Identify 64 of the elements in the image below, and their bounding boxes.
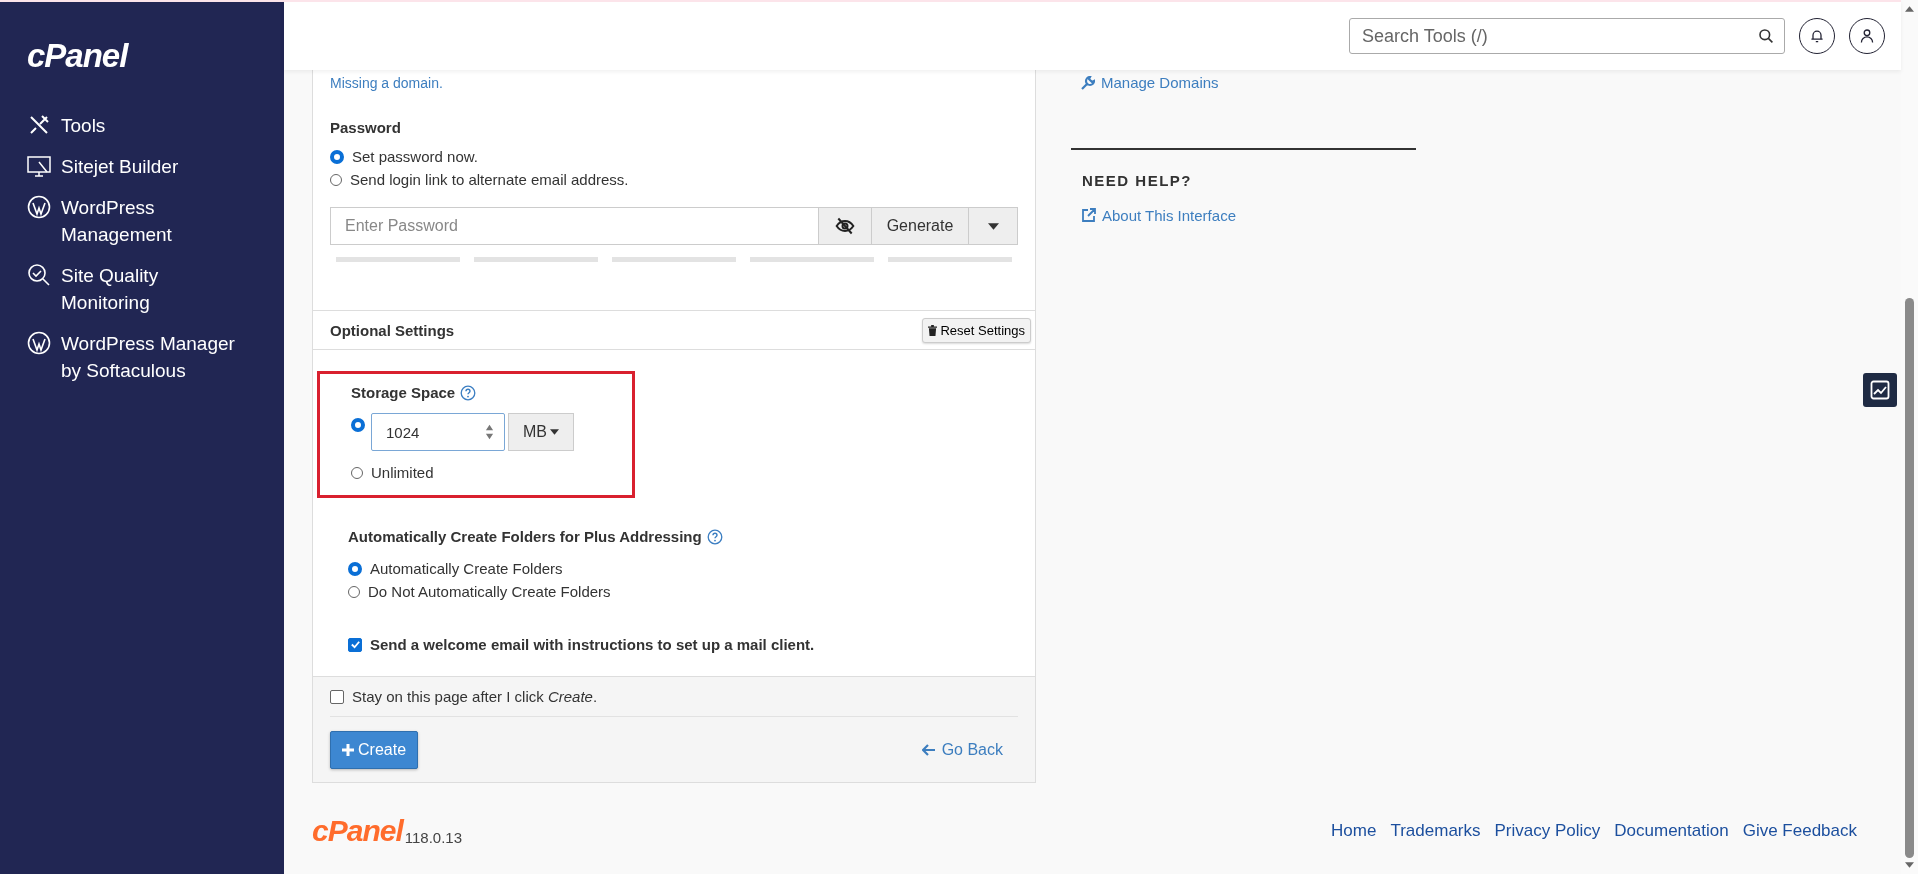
stay-on-page-checkbox[interactable]: Stay on this page after I click Create. (330, 685, 1018, 717)
footer-link[interactable]: Give Feedback (1742, 821, 1857, 841)
search-input[interactable]: Search Tools (/) (1360, 24, 1758, 48)
magnifier-check-icon (27, 263, 51, 287)
search-icon (1758, 28, 1774, 44)
caret-icon (987, 222, 999, 230)
version-text: 118.0.13 (404, 829, 462, 846)
monitor-icon (27, 154, 51, 178)
generate-button[interactable]: Generate (872, 207, 969, 245)
trash-icon (928, 324, 938, 336)
section-title: Optional Settings (330, 321, 455, 339)
external-link-icon (1082, 208, 1096, 222)
sidebar-item[interactable]: Site Quality Monitoring (27, 262, 252, 316)
arrow-left-icon (921, 744, 936, 756)
radio-option[interactable]: Unlimited (351, 461, 632, 484)
help-icon[interactable] (706, 528, 723, 545)
scroll-up-icon[interactable] (1905, 6, 1914, 12)
chart-icon (1870, 380, 1890, 400)
notifications-button[interactable] (1799, 18, 1835, 54)
sidebar-item[interactable]: WordPress Management (27, 194, 252, 248)
footer-link[interactable]: Trademarks (1390, 821, 1481, 841)
sidebar-item[interactable]: Sitejet Builder (27, 153, 252, 180)
quota-field[interactable]: 1024 (371, 413, 505, 451)
missing-domain-link[interactable]: Missing a domain. (330, 75, 443, 91)
unit-dropdown[interactable]: MB (508, 413, 574, 451)
user-button[interactable] (1849, 18, 1885, 54)
footer-link[interactable]: Privacy Policy (1494, 821, 1601, 841)
plus-icon (342, 744, 354, 756)
go-back-link[interactable]: Go Back (921, 741, 1003, 759)
help-heading: NEED HELP? (1082, 171, 1193, 189)
spinner-icon (485, 423, 494, 441)
checkmark-icon (349, 639, 361, 650)
wordpress-icon (27, 195, 51, 219)
radio-option[interactable]: Set password now. (330, 145, 1018, 168)
wordpress-icon (27, 331, 51, 355)
eye-slash-icon (833, 216, 857, 236)
reset-settings-button[interactable]: Reset Settings (922, 317, 1031, 343)
password-field[interactable]: Enter Password (330, 207, 818, 245)
search-field[interactable]: Search Tools (/) (1349, 18, 1785, 54)
radio-option[interactable]: Automatically Create Folders (348, 557, 1035, 580)
radio-button[interactable] (351, 418, 365, 432)
welcome-email-checkbox[interactable]: Send a welcome email with instructions to set up a mail client. (348, 633, 1035, 656)
manage-domains-link[interactable]: Manage Domains (1081, 74, 1219, 91)
sidebar-item[interactable]: WordPress Manager by Softaculous (27, 330, 252, 384)
scroll-down-icon[interactable] (1905, 862, 1914, 868)
radio-option[interactable]: Send login link to alternate email address. (330, 168, 1018, 191)
sidebar-item[interactable]: Tools (27, 112, 252, 139)
folders-label: Automatically Create Folders for Plus Addressing (348, 528, 702, 545)
generate-options-button[interactable] (969, 207, 1018, 245)
cpanel-logo[interactable]: cPanel (0, 2, 284, 82)
footer-link[interactable]: Documentation (1614, 821, 1729, 841)
bell-icon (1809, 28, 1825, 44)
toggle-visibility-button[interactable] (818, 207, 872, 245)
user-icon (1859, 28, 1875, 44)
help-icon[interactable] (460, 384, 477, 401)
about-interface-link[interactable]: About This Interface (1082, 206, 1236, 224)
caret-icon (550, 429, 559, 435)
storage-label: Storage Space (351, 384, 456, 401)
radio-option[interactable]: Do Not Automatically Create Folders (348, 580, 1035, 603)
create-button[interactable]: Create (330, 731, 419, 769)
statistics-button[interactable] (1863, 373, 1897, 407)
footer-link[interactable]: Home (1331, 821, 1377, 841)
wrench-icon (1081, 75, 1095, 90)
password-label: Password (330, 119, 402, 136)
